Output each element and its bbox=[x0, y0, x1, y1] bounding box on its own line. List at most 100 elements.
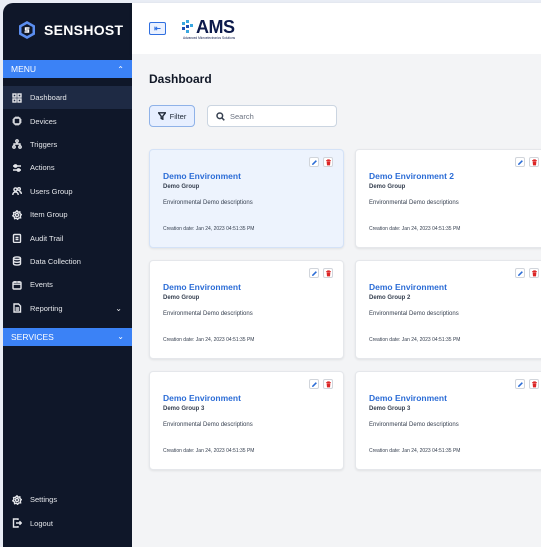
sidebar-item-dashboard[interactable]: Dashboard bbox=[3, 86, 132, 110]
services-section-header[interactable]: SERVICES ⌄ bbox=[3, 327, 132, 346]
sidebar-item-label: Item Group bbox=[30, 210, 68, 220]
sidebar-item-actions[interactable]: Actions bbox=[3, 156, 132, 179]
sidebar-item-label: Reporting bbox=[30, 303, 63, 313]
edit-button[interactable] bbox=[515, 379, 525, 389]
sidebar-item-label: Data Collection bbox=[30, 256, 81, 266]
card-creation-date: Creation date: Jan 24, 2023 04:51:35 PM bbox=[369, 448, 461, 454]
main-content: Dashboard Filter Demo Environment Demo G… bbox=[132, 54, 541, 547]
search-icon bbox=[216, 111, 225, 121]
sidebar: SENSHOST MENU ⌃ Dashboard Devices Trigge… bbox=[3, 3, 132, 547]
card-description: Environmental Demo descriptions bbox=[163, 200, 253, 206]
card-group: Demo Group bbox=[369, 184, 406, 190]
chip-icon bbox=[12, 116, 22, 126]
menu-section-label: MENU bbox=[11, 64, 37, 74]
menu-section-header[interactable]: MENU ⌃ bbox=[3, 60, 132, 78]
pencil-icon bbox=[311, 159, 317, 165]
delete-button[interactable] bbox=[529, 379, 539, 389]
sidebar-item-label: Events bbox=[30, 280, 53, 290]
filter-label: Filter bbox=[169, 111, 187, 121]
sidebar-item-label: Logout bbox=[30, 518, 53, 528]
hexagon-s-icon bbox=[19, 21, 35, 39]
delete-button[interactable] bbox=[323, 268, 333, 278]
company-logo: AMS Advanced Microelectronics Solutions bbox=[181, 18, 235, 40]
trash-icon bbox=[531, 269, 537, 276]
sidebar-item-triggers[interactable]: Triggers bbox=[3, 133, 132, 156]
sliders-icon bbox=[12, 163, 22, 173]
edit-button[interactable] bbox=[309, 157, 319, 167]
delete-button[interactable] bbox=[529, 157, 539, 167]
sidebar-item-data-collection[interactable]: Data Collection bbox=[3, 250, 132, 273]
services-section-label: SERVICES bbox=[11, 331, 54, 342]
environment-card[interactable]: Demo Environment Demo Group Environmenta… bbox=[149, 149, 344, 248]
pencil-icon bbox=[517, 270, 523, 276]
environment-card[interactable]: Demo Environment Demo Group 2 Environmen… bbox=[355, 260, 541, 359]
card-group: Demo Group 2 bbox=[369, 295, 411, 301]
filter-button[interactable]: Filter bbox=[149, 105, 195, 127]
edit-button[interactable] bbox=[515, 268, 525, 278]
environment-card[interactable]: Demo Environment Demo Group Environmenta… bbox=[149, 260, 344, 359]
card-creation-date: Creation date: Jan 24, 2023 04:51:35 PM bbox=[163, 226, 255, 232]
sidebar-item-label: Triggers bbox=[30, 139, 58, 149]
sidebar-item-events[interactable]: Events bbox=[3, 273, 132, 296]
search-box[interactable] bbox=[207, 105, 337, 127]
clipboard-icon bbox=[12, 233, 22, 244]
card-group: Demo Group 3 bbox=[369, 406, 411, 412]
gear-icon bbox=[12, 494, 22, 505]
chevron-down-icon: ⌄ bbox=[117, 332, 124, 342]
chevron-down-icon: ⌄ bbox=[115, 303, 122, 313]
brand-name: SENSHOST bbox=[44, 22, 124, 38]
edit-button[interactable] bbox=[515, 157, 525, 167]
delete-button[interactable] bbox=[529, 268, 539, 278]
card-title[interactable]: Demo Environment bbox=[369, 281, 536, 293]
logout-icon bbox=[12, 518, 22, 528]
search-input[interactable] bbox=[230, 111, 330, 121]
trash-icon bbox=[325, 269, 331, 276]
sidebar-item-audit-trail[interactable]: Audit Trail bbox=[3, 226, 132, 249]
card-description: Environmental Demo descriptions bbox=[369, 311, 459, 317]
delete-button[interactable] bbox=[323, 379, 333, 389]
pencil-icon bbox=[311, 270, 317, 276]
sidebar-item-item-group[interactable]: Item Group bbox=[3, 203, 132, 226]
card-creation-date: Creation date: Jan 24, 2023 04:51:35 PM bbox=[163, 448, 255, 454]
ams-dots-icon bbox=[182, 19, 193, 33]
report-icon bbox=[12, 303, 22, 313]
card-title[interactable]: Demo Environment bbox=[163, 281, 330, 293]
company-logo-text: AMS bbox=[196, 16, 235, 37]
card-title[interactable]: Demo Environment 2 bbox=[369, 170, 536, 182]
sidebar-collapse-button[interactable]: ⇤ bbox=[149, 22, 166, 35]
sidebar-item-label: Devices bbox=[30, 116, 57, 126]
chevron-up-icon: ⌃ bbox=[117, 64, 124, 74]
flow-icon bbox=[12, 139, 22, 150]
card-group: Demo Group 3 bbox=[163, 406, 205, 412]
sidebar-item-reporting[interactable]: Reporting ⌄ bbox=[3, 297, 132, 320]
page-title: Dashboard bbox=[149, 72, 212, 86]
database-icon bbox=[12, 256, 22, 267]
filter-icon bbox=[157, 112, 166, 120]
delete-button[interactable] bbox=[323, 157, 333, 167]
card-title[interactable]: Demo Environment bbox=[163, 392, 330, 404]
environment-card[interactable]: Demo Environment 2 Demo Group Environmen… bbox=[355, 149, 541, 248]
pencil-icon bbox=[517, 381, 523, 387]
card-title[interactable]: Demo Environment bbox=[163, 170, 330, 182]
pencil-icon bbox=[311, 381, 317, 387]
sidebar-collapse-icon: ⇤ bbox=[154, 23, 161, 33]
sidebar-item-logout[interactable]: Logout bbox=[3, 511, 132, 534]
brand[interactable]: SENSHOST bbox=[3, 3, 132, 57]
sidebar-item-settings[interactable]: Settings bbox=[3, 488, 132, 511]
card-title[interactable]: Demo Environment bbox=[369, 392, 536, 404]
card-group: Demo Group bbox=[163, 295, 200, 301]
grid-icon bbox=[12, 92, 22, 103]
sidebar-item-users-group[interactable]: Users Group bbox=[3, 180, 132, 203]
trash-icon bbox=[325, 158, 331, 165]
sidebar-item-label: Settings bbox=[30, 495, 58, 505]
environment-card[interactable]: Demo Environment Demo Group 3 Environmen… bbox=[355, 371, 541, 470]
card-description: Environmental Demo descriptions bbox=[163, 422, 253, 428]
card-description: Environmental Demo descriptions bbox=[369, 422, 459, 428]
edit-button[interactable] bbox=[309, 379, 319, 389]
top-header: ⇤ AMS Advanced Microelectronics Solution… bbox=[132, 3, 541, 54]
sidebar-item-label: Users Group bbox=[30, 186, 73, 196]
environment-card[interactable]: Demo Environment Demo Group 3 Environmen… bbox=[149, 371, 344, 470]
sidebar-item-label: Audit Trail bbox=[30, 233, 64, 243]
edit-button[interactable] bbox=[309, 268, 319, 278]
sidebar-item-devices[interactable]: Devices bbox=[3, 109, 132, 132]
